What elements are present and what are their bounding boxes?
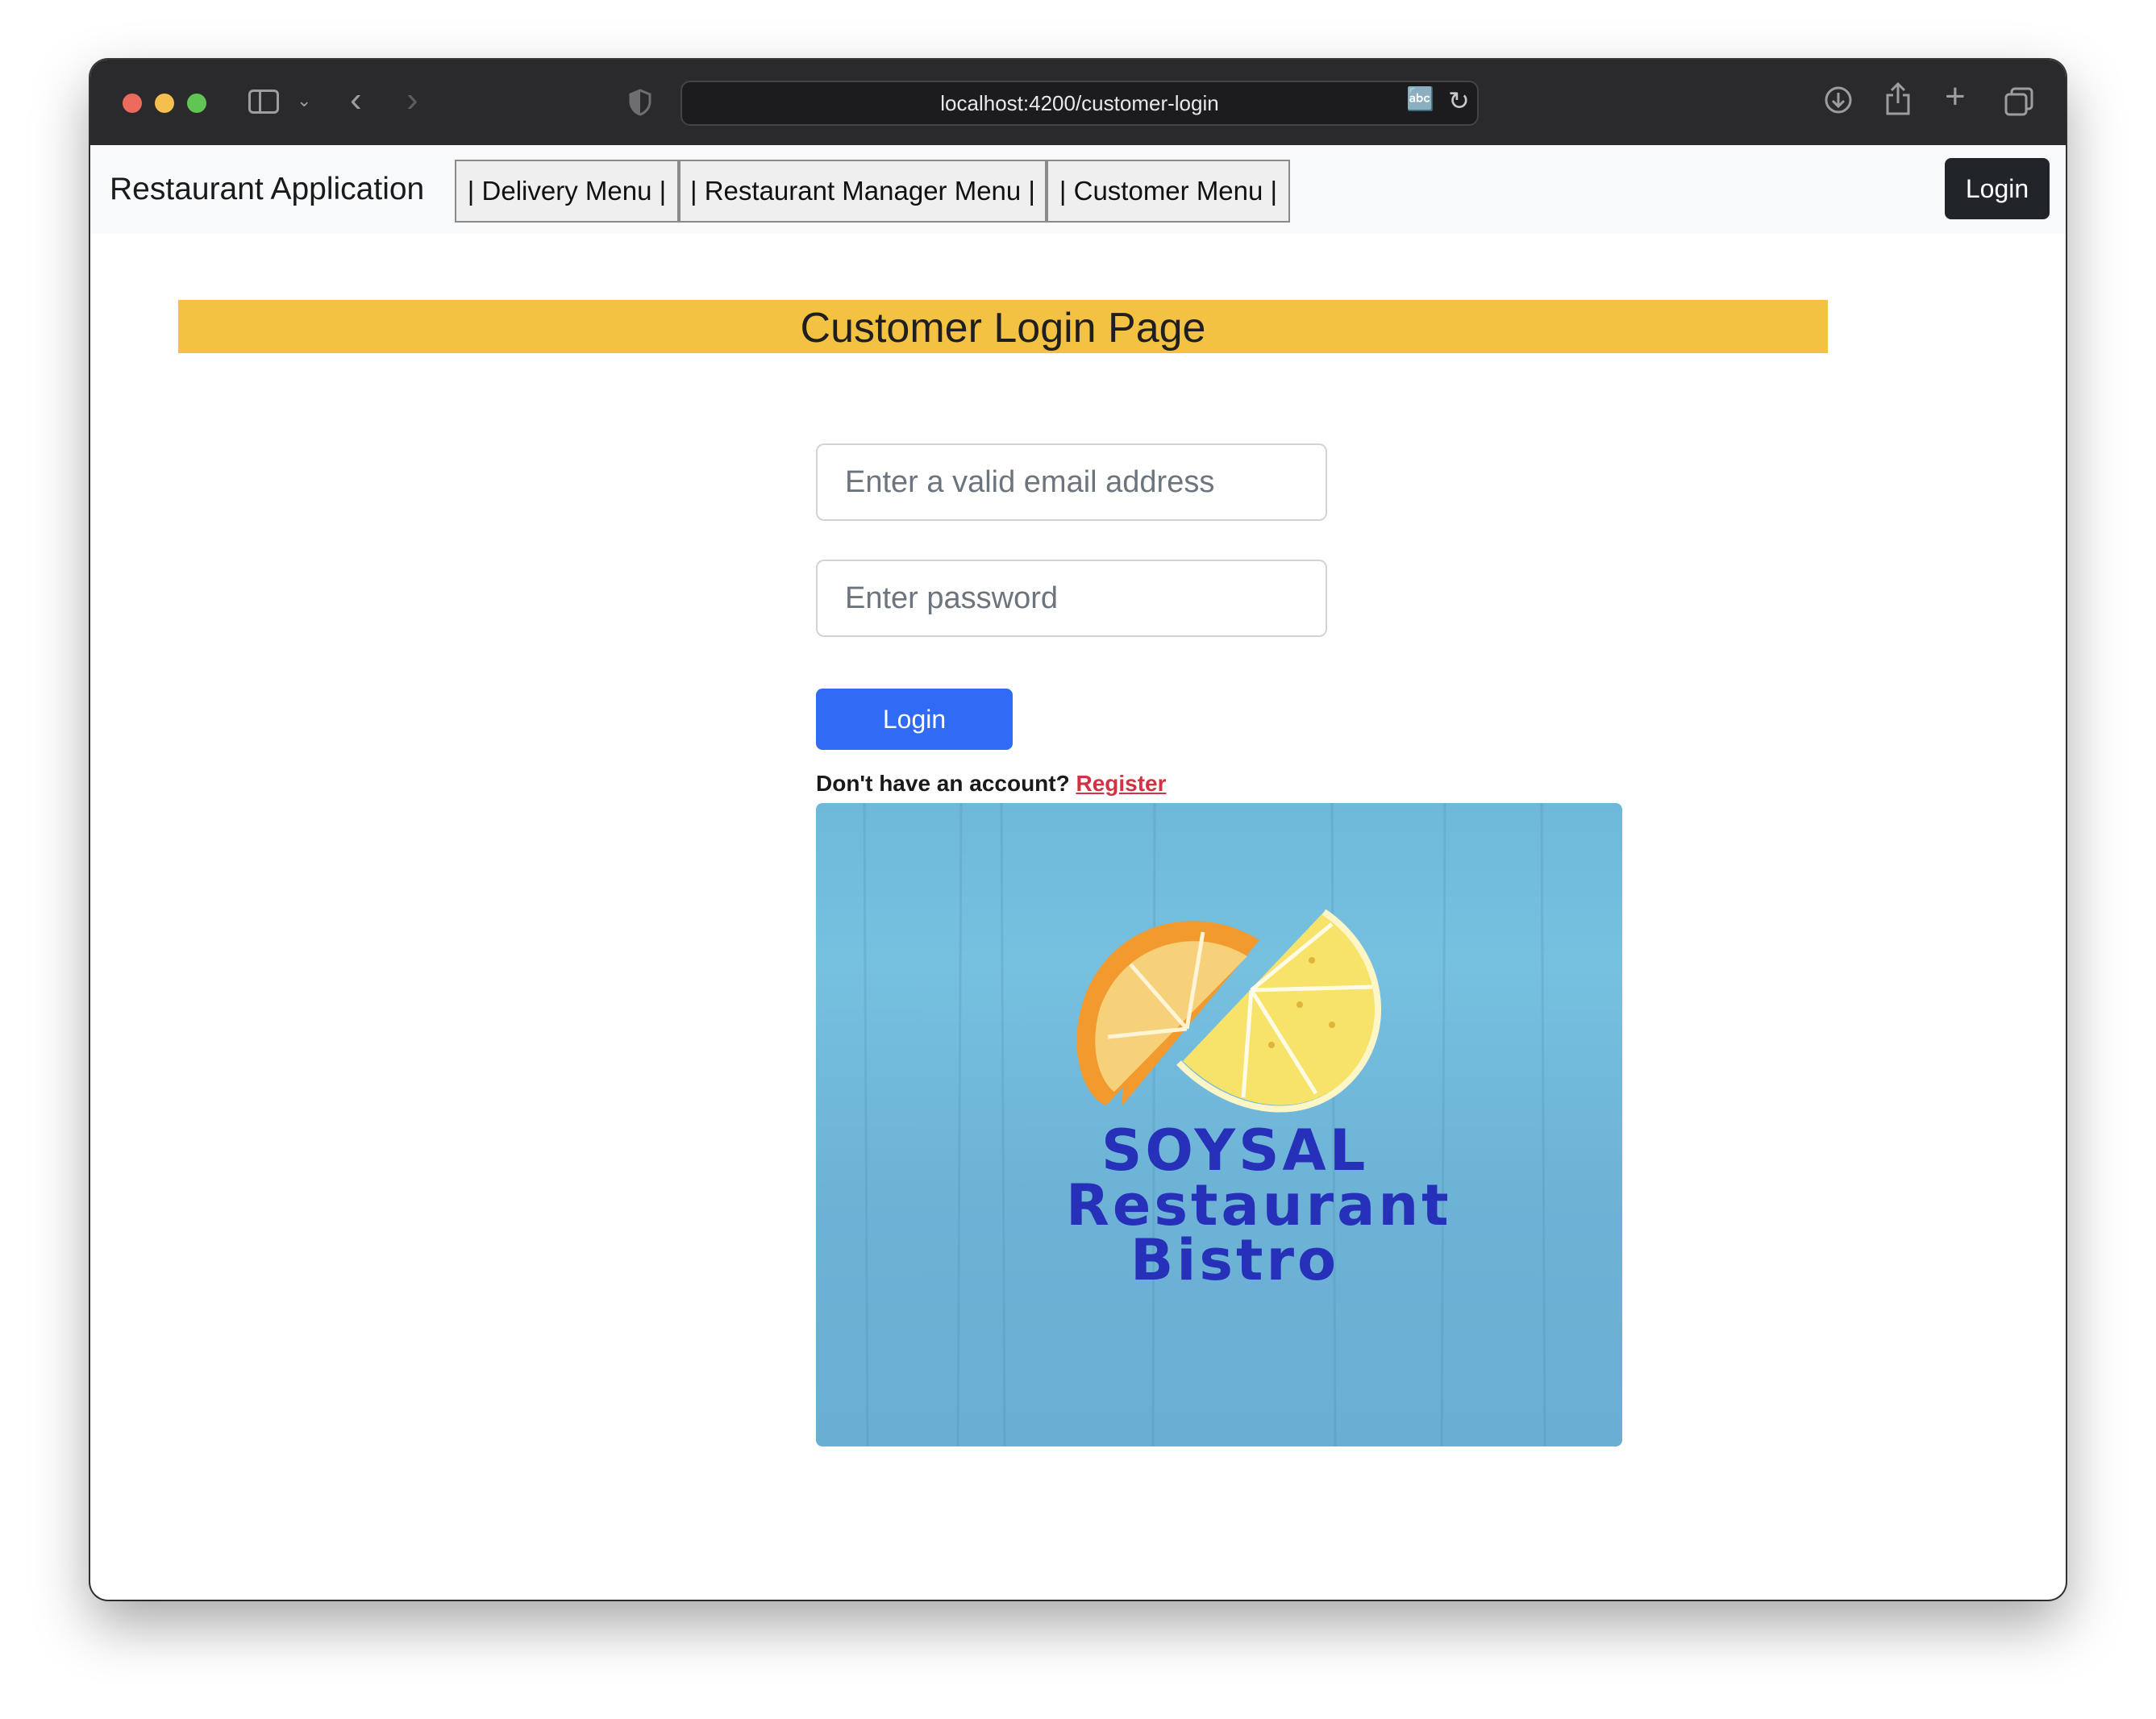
login-submit-button[interactable]: Login — [816, 689, 1013, 750]
page-title-banner: Customer Login Page — [178, 300, 1828, 353]
new-tab-icon[interactable]: + — [1945, 79, 1966, 114]
forward-arrow-icon[interactable]: › — [406, 82, 418, 118]
browser-window: ⌄ ‹ › localhost:4200/customer-login 🔤 ↻ … — [90, 60, 2066, 1600]
browser-toolbar: ⌄ ‹ › localhost:4200/customer-login 🔤 ↻ … — [90, 60, 2066, 145]
maximize-window-button[interactable] — [187, 94, 206, 113]
address-bar[interactable]: localhost:4200/customer-login 🔤 ↻ — [681, 81, 1479, 126]
sidebar-toggle-icon[interactable] — [248, 89, 279, 114]
logo-line-3: Bistro — [1130, 1227, 1340, 1293]
email-field[interactable] — [816, 443, 1327, 521]
download-icon[interactable] — [1824, 85, 1853, 114]
page-title: Customer Login Page — [800, 305, 1206, 352]
share-icon[interactable] — [1885, 82, 1911, 116]
tab-overview-icon[interactable] — [2004, 87, 2033, 116]
restaurant-manager-menu-button[interactable]: | Restaurant Manager Menu | — [679, 160, 1047, 223]
navbar-login-button[interactable]: Login — [1945, 158, 2050, 219]
minimize-window-button[interactable] — [155, 94, 174, 113]
reload-icon[interactable]: ↻ — [1448, 85, 1470, 116]
back-arrow-icon[interactable]: ‹ — [350, 82, 362, 118]
password-field[interactable] — [816, 560, 1327, 637]
translate-icon[interactable]: 🔤 — [1406, 85, 1434, 112]
url-text: localhost:4200/customer-login — [940, 91, 1219, 115]
app-navbar: Restaurant Application | Delivery Menu |… — [90, 145, 2066, 234]
close-window-button[interactable] — [123, 94, 142, 113]
register-prompt: Don't have an account? Register — [816, 771, 1167, 797]
privacy-shield-icon[interactable] — [629, 89, 651, 116]
register-prompt-text: Don't have an account? — [816, 771, 1070, 796]
register-link[interactable]: Register — [1076, 771, 1166, 796]
delivery-menu-button[interactable]: | Delivery Menu | — [455, 160, 679, 223]
customer-menu-button[interactable]: | Customer Menu | — [1047, 160, 1290, 223]
app-brand[interactable]: Restaurant Application — [110, 145, 424, 234]
restaurant-logo-image: SOYSAL Restaurant Bistro — [816, 803, 1622, 1446]
chevron-down-icon[interactable]: ⌄ — [297, 90, 311, 111]
